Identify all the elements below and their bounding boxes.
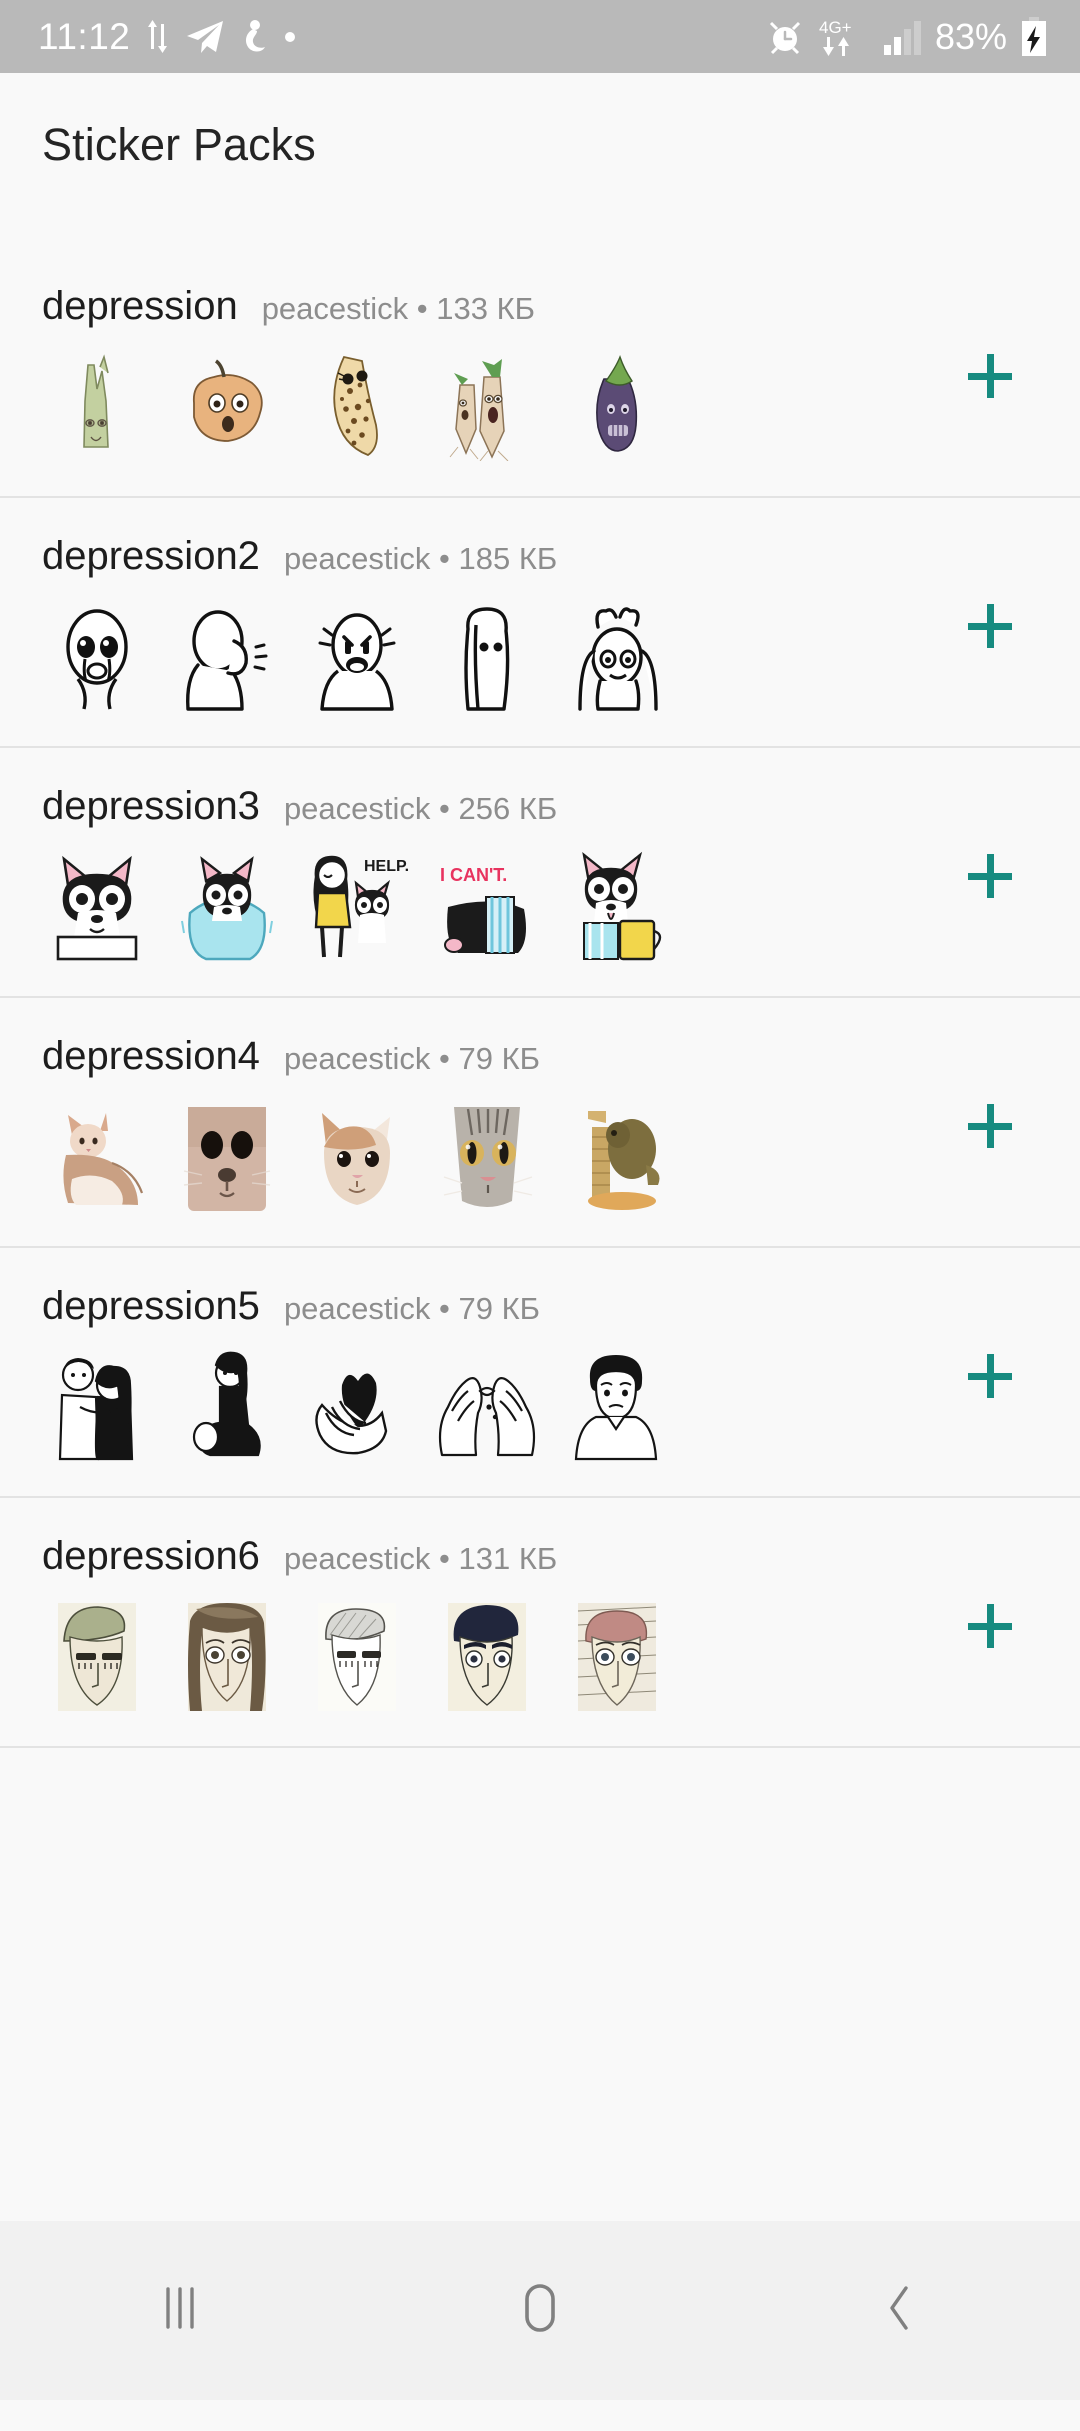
signal-bars-icon bbox=[882, 17, 922, 57]
pack-thumbnails bbox=[42, 351, 1080, 461]
pack-name: depression2 bbox=[42, 534, 260, 578]
cat-staring-photo-sticker[interactable] bbox=[302, 1101, 412, 1211]
sad-man-sticker[interactable] bbox=[562, 1351, 672, 1461]
pack-header: depression3 peacestick • 256 КБ bbox=[42, 748, 1080, 829]
bulldog-mug-sticker[interactable] bbox=[562, 851, 672, 961]
pack-meta: peacestick • 79 КБ bbox=[283, 1041, 540, 1076]
pack-header: depression6 peacestick • 131 КБ bbox=[42, 1498, 1080, 1579]
cat-sitting-photo-sticker[interactable] bbox=[42, 1101, 152, 1211]
pack-name: depression5 bbox=[42, 1284, 260, 1328]
alarm-icon bbox=[766, 18, 804, 56]
plus-icon-vertical bbox=[986, 604, 994, 648]
battery-percentage: 83% bbox=[934, 15, 1007, 57]
status-bar: 11:12 4G+ 83% bbox=[0, 0, 1080, 73]
face-crying-sticker[interactable] bbox=[42, 601, 152, 711]
sticker-pack-row[interactable]: depression2 peacestick • 185 КБ bbox=[0, 498, 1080, 748]
sticker-pack-row[interactable]: depression5 peacestick • 79 КБ bbox=[0, 1248, 1080, 1498]
system-navigation-bar bbox=[0, 2221, 1080, 2400]
pack-meta: peacestick • 256 КБ bbox=[283, 791, 558, 826]
home-icon bbox=[517, 2282, 563, 2339]
pack-thumbnails: HELP. I CAN'T. bbox=[42, 851, 1080, 961]
status-bar-right: 4G+ 83% bbox=[766, 16, 1048, 58]
banana-spotted-sticker[interactable] bbox=[302, 351, 412, 461]
recents-icon bbox=[157, 2283, 203, 2338]
pack-thumbnails bbox=[42, 1101, 1080, 1211]
add-pack-button[interactable] bbox=[958, 1594, 1022, 1658]
pack-name: depression bbox=[42, 284, 238, 328]
pack-name: depression3 bbox=[42, 784, 260, 828]
sticker-pack-row[interactable]: depression6 peacestick • 131 КБ bbox=[0, 1498, 1080, 1748]
home-button[interactable] bbox=[450, 2251, 630, 2371]
network-4gplus-icon: 4G+ bbox=[817, 16, 869, 58]
add-pack-button[interactable] bbox=[958, 1344, 1022, 1408]
svg-text:HELP.: HELP. bbox=[364, 858, 409, 875]
sticker-pack-row[interactable]: depression3 peacestick • 256 КБ HELP. I … bbox=[0, 748, 1080, 998]
bulldog-peeking-sticker[interactable] bbox=[42, 851, 152, 961]
pencil-face-long-hair-sticker[interactable] bbox=[172, 1601, 282, 1711]
recents-button[interactable] bbox=[90, 2251, 270, 2371]
cat-closeup-photo-sticker[interactable] bbox=[172, 1101, 282, 1211]
add-pack-button[interactable] bbox=[958, 1094, 1022, 1158]
eggplant-gloomy-sticker[interactable] bbox=[562, 351, 672, 461]
svg-text:4G+: 4G+ bbox=[819, 18, 852, 37]
page-title: Sticker Packs bbox=[42, 119, 316, 170]
celery-sad-sticker[interactable] bbox=[42, 351, 152, 461]
title-bar: Sticker Packs bbox=[0, 73, 1080, 248]
pack-name: depression6 bbox=[42, 1534, 260, 1578]
figure-angry-sticker[interactable] bbox=[302, 601, 412, 711]
pack-header: depression4 peacestick • 79 КБ bbox=[42, 998, 1080, 1079]
pack-thumbnails bbox=[42, 601, 1080, 711]
svg-text:I CAN'T.: I CAN'T. bbox=[440, 865, 507, 885]
pack-meta: peacestick • 185 КБ bbox=[283, 541, 558, 576]
woman-sitting-sticker[interactable] bbox=[172, 1351, 282, 1461]
pack-header: depression peacestick • 133 КБ bbox=[42, 248, 1080, 329]
pack-meta: peacestick • 131 КБ bbox=[283, 1541, 558, 1576]
plus-icon-vertical bbox=[986, 1104, 994, 1148]
add-pack-button[interactable] bbox=[958, 844, 1022, 908]
status-bar-left: 11:12 bbox=[38, 18, 766, 55]
pack-name: depression4 bbox=[42, 1034, 260, 1078]
plus-icon-vertical bbox=[986, 1354, 994, 1398]
plus-icon-vertical bbox=[986, 1604, 994, 1648]
add-pack-button[interactable] bbox=[958, 594, 1022, 658]
girl-holding-dog-help-sticker[interactable]: HELP. bbox=[302, 851, 412, 961]
hands-holding-heart-sticker[interactable] bbox=[302, 1351, 412, 1461]
pencil-face-dark-hair-sticker[interactable] bbox=[432, 1601, 542, 1711]
pack-meta: peacestick • 133 КБ bbox=[261, 291, 535, 326]
sticker-pack-row[interactable]: depression peacestick • 133 КБ bbox=[0, 248, 1080, 498]
battery-charging-icon bbox=[1020, 16, 1048, 57]
plus-icon-vertical bbox=[986, 854, 994, 898]
pack-header: depression2 peacestick • 185 КБ bbox=[42, 498, 1080, 579]
pencil-face-green-hair-sticker[interactable] bbox=[42, 1601, 152, 1711]
figure-head-grab-sticker[interactable] bbox=[562, 601, 672, 711]
tabby-face-photo-sticker[interactable] bbox=[432, 1101, 542, 1211]
potato-scared-sticker[interactable] bbox=[172, 351, 282, 461]
pencil-face-sketch-sticker[interactable] bbox=[302, 1601, 412, 1711]
cat-tower-photo-sticker[interactable] bbox=[562, 1101, 672, 1211]
back-icon bbox=[880, 2283, 920, 2338]
pinky-promise-hands-sticker[interactable] bbox=[432, 1351, 542, 1461]
couple-hugging-sticker[interactable] bbox=[42, 1351, 152, 1461]
plus-icon-vertical bbox=[986, 354, 994, 398]
status-time: 11:12 bbox=[38, 16, 131, 57]
add-pack-button[interactable] bbox=[958, 344, 1022, 408]
parsnips-crying-sticker[interactable] bbox=[432, 351, 542, 461]
pencil-face-red-hair-sticker[interactable] bbox=[562, 1601, 672, 1711]
data-transfer-icon bbox=[144, 20, 171, 53]
figure-facepalm-sticker[interactable] bbox=[172, 601, 282, 711]
pack-thumbnails bbox=[42, 1351, 1080, 1461]
sticker-pack-list: depression peacestick • 133 КБ depressio… bbox=[0, 248, 1080, 1748]
bulldog-blanket-sticker[interactable] bbox=[172, 851, 282, 961]
app-notification-icon bbox=[239, 19, 269, 55]
dog-hiding-i-cant-sticker[interactable]: I CAN'T. bbox=[432, 851, 542, 961]
pack-meta: peacestick • 79 КБ bbox=[283, 1291, 540, 1326]
figure-hiding-sticker[interactable] bbox=[432, 601, 542, 711]
pack-header: depression5 peacestick • 79 КБ bbox=[42, 1248, 1080, 1329]
pack-thumbnails bbox=[42, 1601, 1080, 1711]
back-button[interactable] bbox=[810, 2251, 990, 2371]
dot-icon bbox=[283, 30, 297, 44]
telegram-icon bbox=[185, 19, 225, 55]
sticker-pack-row[interactable]: depression4 peacestick • 79 КБ bbox=[0, 998, 1080, 1248]
